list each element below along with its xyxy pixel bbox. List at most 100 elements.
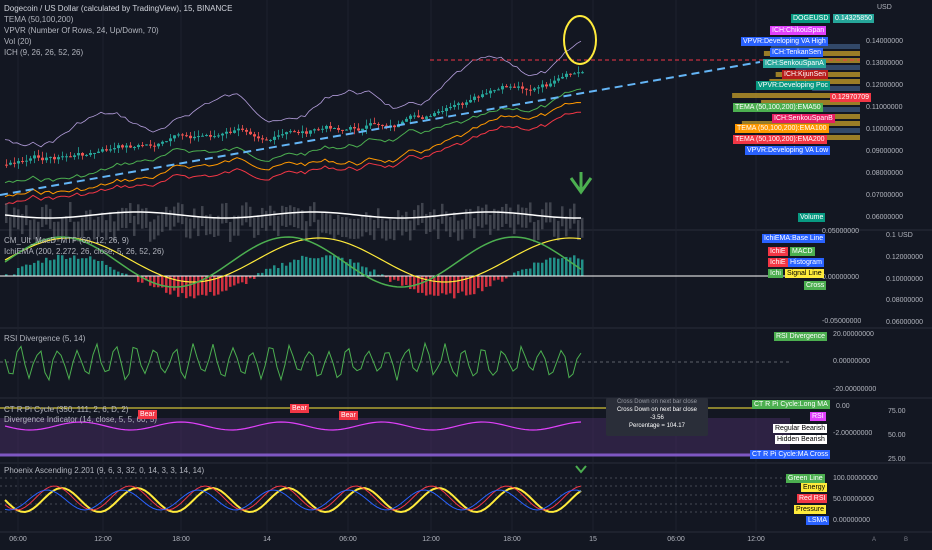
ichimoku-legend[interactable]: ICH (9, 26, 26, 52, 26) <box>4 48 83 58</box>
candle-body <box>449 106 452 109</box>
candle-body <box>341 129 344 131</box>
candle-body <box>225 131 228 134</box>
rsi-legend[interactable]: RSI Divergence (5, 14) <box>4 334 85 344</box>
histogram-bar <box>497 276 500 280</box>
volume-bar <box>477 206 480 227</box>
candle-body <box>329 125 332 129</box>
candle-body <box>185 135 188 137</box>
candle-body <box>61 156 64 158</box>
volume-bar <box>353 219 356 240</box>
candle-body <box>133 147 136 149</box>
histogram-bar <box>289 262 292 276</box>
arrow-down-icon <box>569 172 593 195</box>
volume-bar <box>489 214 492 235</box>
volume-bar <box>129 203 132 224</box>
macd-legend[interactable]: CM_Ult_MacD_MTF (60, 12, 26, 9) <box>4 236 129 246</box>
time-tick-label: 15 <box>589 536 597 543</box>
candle-body <box>425 116 428 119</box>
volume-bar <box>457 220 460 241</box>
vpvr-legend[interactable]: VPVR (Number Of Rows, 24, Up/Down, 70) <box>4 26 159 36</box>
candle-body <box>497 89 500 91</box>
volume-bar <box>481 207 484 228</box>
candle-body <box>577 72 580 74</box>
candle-body <box>165 141 168 143</box>
volume-bar <box>233 215 236 236</box>
histogram-bar <box>437 276 440 296</box>
volume-bar <box>385 220 388 241</box>
volume-bar <box>441 203 444 224</box>
volume-bar <box>461 219 464 240</box>
time-tick-label: 12:00 <box>747 536 765 543</box>
log-scale-icon[interactable]: B <box>904 537 908 543</box>
candle-body <box>317 129 320 131</box>
candle-body <box>521 86 524 89</box>
volume-bar <box>449 217 452 238</box>
histogram-bar <box>553 257 556 276</box>
candle-body <box>29 158 32 161</box>
volume-bar <box>201 206 204 227</box>
candle-body <box>249 131 252 135</box>
histogram-bar <box>21 266 24 276</box>
divergence-legend[interactable]: Divergence Indicator (14, close, 5, 5, 6… <box>4 415 157 425</box>
candle-body <box>273 136 276 140</box>
pi-cycle-legend[interactable]: CT R Pi Cycle (350, 111, 2, 6, D, 2) <box>4 405 129 415</box>
candle-body <box>213 136 216 138</box>
candle-body <box>137 145 140 148</box>
candle-body <box>337 128 340 130</box>
candle-body <box>181 134 184 136</box>
volume-tag: Volume <box>798 213 826 222</box>
volume-bar <box>205 215 208 236</box>
auto-scale-icon[interactable]: A <box>872 537 876 543</box>
volume-bar <box>137 204 140 225</box>
histogram-bar <box>105 264 108 276</box>
histogram-bar <box>525 268 528 276</box>
histogram-bar <box>17 268 20 276</box>
pi-indicator-tag: Regular Bearish <box>773 424 828 433</box>
candle-body <box>305 131 308 134</box>
volume-bar <box>541 209 544 230</box>
time-tick-label: 18:00 <box>172 536 190 543</box>
candle-body <box>177 134 180 136</box>
volume-bar <box>41 207 44 228</box>
price-tick-label: 0.12000000 <box>866 82 903 89</box>
chart-workspace[interactable]: Dogecoin / US Dollar (calculated by Trad… <box>0 0 932 550</box>
candle-body <box>573 73 576 75</box>
candle-body <box>229 131 232 133</box>
histogram-bar <box>365 267 368 276</box>
candle-body <box>85 154 88 156</box>
phoenix-legend[interactable]: Phoenix Ascending 2.201 (9, 6, 3, 32, 0,… <box>4 466 204 476</box>
candle-body <box>333 128 336 130</box>
candle-body <box>281 134 284 136</box>
volume-bar <box>413 209 416 230</box>
symbol-title[interactable]: Dogecoin / US Dollar (calculated by Trad… <box>4 4 232 14</box>
ichiema-legend[interactable]: IchiEMA (200, 2.272, 26, close, 5, 26, 5… <box>4 247 164 257</box>
phoenix-indicator-tag: Pressure <box>794 505 827 514</box>
volume-bar <box>181 204 184 225</box>
histogram-bar <box>337 256 340 276</box>
volume-bar <box>285 206 288 227</box>
histogram-bar <box>73 255 76 276</box>
volume-bar <box>145 207 148 228</box>
phoenix-tick-label: 100.00000000 <box>833 475 878 482</box>
price-indicator-tag: TEMA (50,100,200):EMA50 <box>733 103 823 112</box>
volume-bar <box>49 208 52 229</box>
volume-bar <box>549 202 552 223</box>
candle-body <box>101 149 104 152</box>
histogram-bar <box>313 258 316 276</box>
tema-legend[interactable]: TEMA (50,100,200) <box>4 15 73 25</box>
ichiema-mini-tag: IchiE <box>768 258 788 267</box>
histogram-bar <box>57 254 60 276</box>
volume-bar <box>569 208 572 229</box>
currency-label[interactable]: USD <box>877 4 892 11</box>
volume-legend[interactable]: Vol (20) <box>4 37 32 47</box>
volume-bar <box>197 216 200 237</box>
macd-right-tick-label: 0.1 <box>886 232 896 239</box>
candle-body <box>205 135 208 137</box>
macd-right-tick-label: 0.06000000 <box>886 319 923 326</box>
pi-indicator-tag: CT R Pi Cycle:MA Cross <box>750 450 831 459</box>
arrow-down-icon <box>575 465 587 474</box>
candle-body <box>541 84 544 88</box>
volume-bar <box>165 206 168 227</box>
candle-body <box>277 135 280 137</box>
volume-bar <box>289 205 292 226</box>
